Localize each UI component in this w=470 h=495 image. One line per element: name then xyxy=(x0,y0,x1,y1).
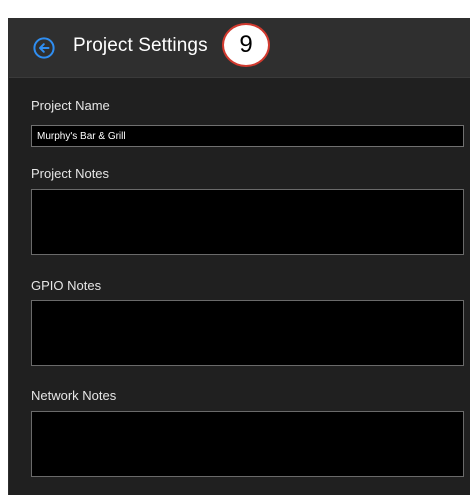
back-button[interactable] xyxy=(33,37,55,59)
project-notes-textarea[interactable] xyxy=(31,189,464,255)
header-bar: Project Settings 9 xyxy=(9,18,470,78)
project-name-label: Project Name xyxy=(31,98,110,113)
page-title: Project Settings xyxy=(73,35,208,56)
step-number-badge: 9 xyxy=(222,23,270,67)
network-notes-textarea[interactable] xyxy=(31,411,464,477)
project-name-input[interactable] xyxy=(31,125,464,147)
network-notes-label: Network Notes xyxy=(31,388,117,403)
arrow-left-circle-icon xyxy=(33,37,55,59)
project-settings-panel: Project Settings 9 Project Name Project … xyxy=(8,18,470,495)
gpio-notes-label: GPIO Notes xyxy=(31,278,102,293)
gpio-notes-textarea[interactable] xyxy=(31,300,464,366)
project-notes-label: Project Notes xyxy=(31,166,110,181)
